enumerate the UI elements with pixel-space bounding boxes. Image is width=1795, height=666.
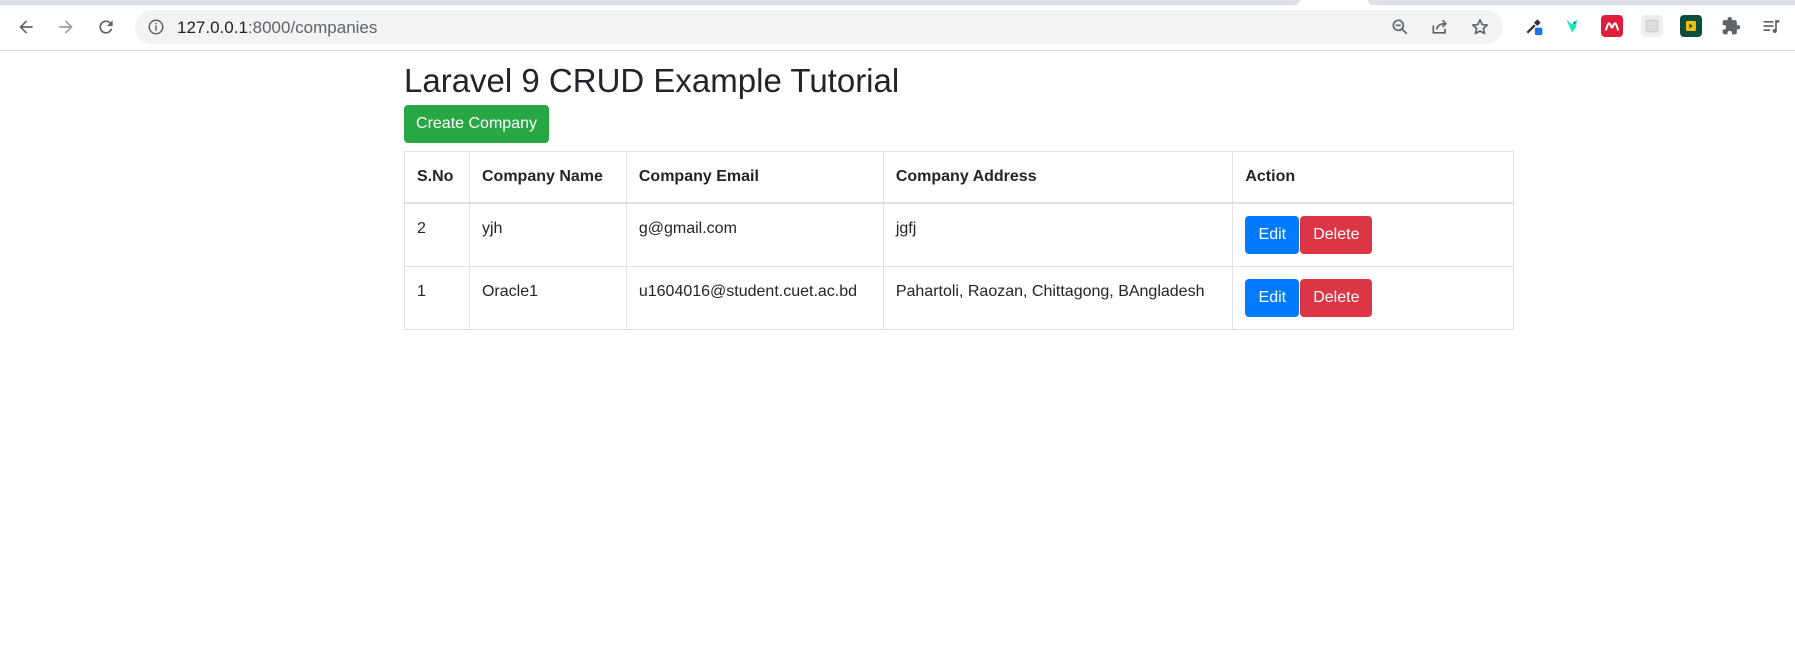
delete-button[interactable]: Delete [1300, 215, 1373, 254]
reading-list-icon [1763, 20, 1780, 34]
mendeley-extension-icon [1604, 22, 1620, 32]
page-title: Laravel 9 CRUD Example Tutorial [404, 62, 900, 99]
grey-extension-button[interactable] [1641, 15, 1663, 37]
url-host: 127.0.0.1 [177, 18, 248, 37]
header-company-address: Company Address [882, 151, 1234, 204]
cell-sno: 1 [404, 265, 470, 330]
header-sno: S.No [404, 151, 470, 204]
header-company-name: Company Name [468, 151, 627, 204]
cell-sno: 2 [404, 202, 470, 267]
tab-strip [0, 0, 1300, 5]
bird-extension-button[interactable] [1561, 15, 1583, 37]
cell-action: Edit Delete [1232, 265, 1514, 330]
cell-action: Edit Delete [1232, 202, 1514, 267]
address-bar[interactable]: 127.0.0.1:8000/companies [135, 10, 1503, 44]
speech-extension-button[interactable] [1680, 15, 1702, 37]
mendeley-extension-button[interactable] [1601, 15, 1623, 37]
table-row: 1 Oracle1 u1604016@student.cuet.ac.bd Pa… [404, 265, 1514, 330]
table-body: 2 yjh g@gmail.com jgfj Edit Delete 1 Orac… [404, 202, 1514, 330]
companies-table: S.No Company Name Company Email Company … [404, 151, 1514, 330]
cell-company-name: yjh [468, 202, 627, 267]
cell-company-name: Oracle1 [468, 265, 627, 330]
share-icon [1432, 19, 1448, 34]
star-icon [1472, 19, 1488, 35]
cell-company-address: Pahartoli, Raozan, Chittagong, BAnglades… [882, 265, 1234, 330]
cell-company-address: jgfj [882, 202, 1234, 267]
create-company-button[interactable]: Create Company [404, 105, 549, 143]
zoom-button[interactable] [1389, 16, 1411, 38]
page-content: Laravel 9 CRUD Example Tutorial Create C… [0, 52, 1795, 666]
forward-arrow-icon [59, 20, 73, 34]
tab-strip-right [1368, 0, 1795, 5]
back-button[interactable] [11, 12, 41, 42]
reading-list-button[interactable] [1760, 15, 1782, 37]
reload-button[interactable] [91, 12, 121, 42]
bookmark-button[interactable] [1469, 16, 1491, 38]
table-header: S.No Company Name Company Email Company … [404, 151, 1514, 204]
eyedropper-extension-button[interactable] [1523, 15, 1545, 37]
forward-button[interactable] [51, 12, 81, 42]
cell-company-email: g@gmail.com [625, 202, 884, 267]
cell-company-email: u1604016@student.cuet.ac.bd [625, 265, 884, 330]
header-action: Action [1232, 151, 1514, 204]
edit-button[interactable]: Edit [1245, 215, 1300, 254]
table-row: 2 yjh g@gmail.com jgfj Edit Delete [404, 202, 1514, 267]
speech-extension-icon [1686, 21, 1696, 31]
header-company-email: Company Email [625, 151, 884, 204]
eyedropper-extension-icon [1526, 19, 1543, 36]
info-icon[interactable] [147, 18, 165, 36]
extensions-button[interactable] [1720, 15, 1742, 37]
zoom-out-icon [1392, 19, 1408, 35]
url-path: :8000/companies [247, 18, 378, 37]
url-text[interactable]: 127.0.0.1:8000/companies [177, 18, 377, 38]
bird-extension-icon [1566, 19, 1577, 33]
back-arrow-icon [19, 20, 33, 34]
puzzle-icon [1722, 16, 1741, 35]
browser-toolbar: 127.0.0.1:8000/companies [0, 0, 1795, 51]
edit-button[interactable]: Edit [1245, 278, 1300, 317]
share-button[interactable] [1429, 16, 1451, 38]
table-header-row: S.No Company Name Company Email Company … [404, 151, 1514, 204]
reload-icon [99, 20, 113, 34]
delete-button[interactable]: Delete [1300, 278, 1373, 317]
grey-extension-icon [1645, 19, 1659, 33]
